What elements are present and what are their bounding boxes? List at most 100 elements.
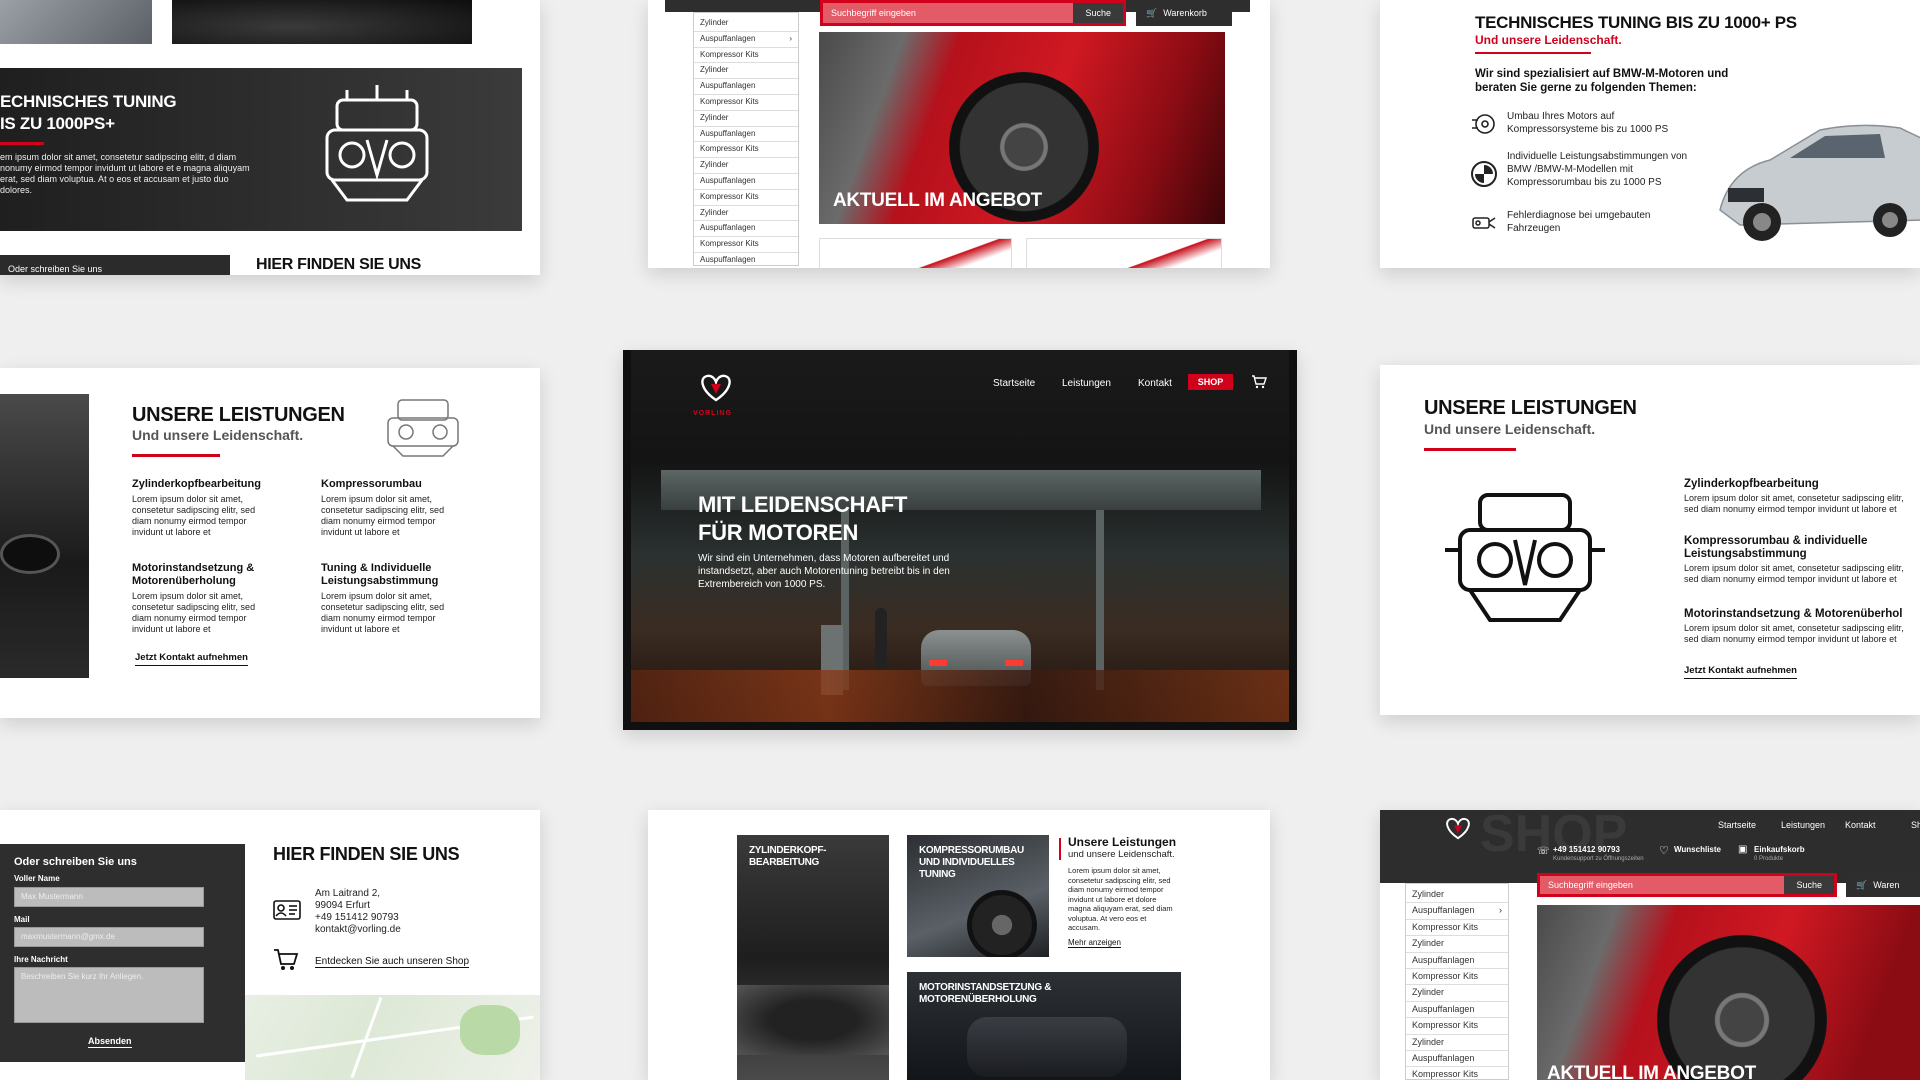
category-item[interactable]: Kompressor Kits [694,237,798,253]
tuning-subtitle: Und unsere Leidenschaft. [1475,33,1622,47]
category-item[interactable]: Kompressor Kits [1406,969,1508,986]
cart-button[interactable]: 🛒 Warenkorb [1136,0,1232,26]
category-item[interactable]: Auspuffanlagen [694,174,798,190]
search-input[interactable]: Suchbegriff eingeben [1540,876,1785,894]
search-button[interactable]: Suche [1784,876,1834,894]
category-item[interactable]: Auspuffanlagen [1406,1051,1508,1068]
cart-button[interactable]: 🛒 Waren [1846,873,1920,897]
product-card[interactable] [819,238,1012,268]
search-bar: Suchbegriff eingeben Suche [1537,873,1837,897]
category-item[interactable]: Auspuffanlagen [694,253,798,268]
card-services-left: UNSERE LEISTUNGEN Und unsere Leidenschaf… [0,368,540,718]
name-label: Voller Name [14,874,60,883]
basket-count: 0 Produkte [1754,856,1784,862]
nav-leistungen[interactable]: Leistungen [1781,820,1825,830]
tuning-item-2: Individuelle Leistungsabstimmungen von B… [1507,151,1688,188]
card-shop-bottom: SHOP Startseite Leistungen Kontakt Sh ☏ … [1380,810,1920,1080]
category-item[interactable]: Zylinder [1406,985,1508,1002]
tuning-title: TECHNISCHES TUNING BIS ZU 1000+ PS [1475,13,1797,32]
nav-startseite[interactable]: Startseite [1718,820,1756,830]
nav-shop[interactable]: Sh [1911,820,1920,830]
cart-icon: 🛒 [1856,879,1868,890]
basket-link[interactable]: Einkaufskorb [1754,845,1805,854]
service-text-2: Lorem ipsum dolor sit amet, consetetur s… [321,494,445,537]
category-item[interactable]: Auspuffanlagen › [694,32,798,48]
category-item[interactable]: Kompressor Kits [694,95,798,111]
category-item[interactable]: Zylinder [694,16,798,32]
category-item[interactable]: Kompressor Kits [694,48,798,64]
category-item[interactable]: Kompressor Kits [694,142,798,159]
name-field[interactable]: Max Mustermann [14,887,204,907]
email-address[interactable]: kontakt@vorling.de [315,924,401,935]
nav-kontakt[interactable]: Kontakt [1845,820,1876,830]
category-item[interactable]: Auspuffanlagen [694,79,798,95]
category-item[interactable]: Kompressor Kits [1406,1018,1508,1035]
mail-field[interactable]: maxmustermann@gmx.de [14,927,204,947]
side-text: Lorem ipsum dolor sit amet, consetetur s… [1068,866,1173,932]
find-us-title: HIER FINDEN SIE UNS [256,256,421,273]
category-item[interactable]: Auspuffanlagen [1406,953,1508,970]
hero-title-1: MIT LEIDENSCHAFT [698,492,908,517]
category-item[interactable]: Kompressor Kits [694,190,798,206]
bmw-car-image [1710,100,1920,250]
person-figure [875,608,887,668]
category-item[interactable]: Auspuffanlagen [1406,1002,1508,1019]
nav-kontakt[interactable]: Kontakt [1138,378,1172,389]
category-item[interactable]: Zylinder [1406,936,1508,953]
services-title: UNSERE LEISTUNGEN [1424,397,1637,419]
heart-icon[interactable]: ♡ [1659,844,1669,857]
category-item[interactable]: Auspuffanlagen [694,221,798,238]
category-item[interactable]: Kompressor Kits [1406,920,1508,937]
service-title-1: Zylinderkopfbearbeitung [132,478,261,490]
submit-button[interactable]: Absenden [88,1036,132,1048]
category-item[interactable]: Zylinder [1406,1035,1508,1052]
tile-zylinderkopf[interactable]: ZYLINDERKOPF-BEARBEITUNG [737,835,889,1080]
card-tuning-dark: ECHNISCHES TUNING IS ZU 1000PS+ em ipsum… [0,0,540,275]
offer-banner[interactable]: AKTUELL IM ANGEBOT [1537,905,1920,1080]
category-item[interactable]: Zylinder [694,111,798,127]
shop-button[interactable]: SHOP [1188,374,1233,390]
address-line-2: 99094 Erfurt [315,900,371,911]
service-text-3: Lorem ipsum dolor sit amet, consetetur s… [1684,623,1904,644]
category-item[interactable]: Zylinder [694,206,798,222]
tuning-banner: ECHNISCHES TUNING IS ZU 1000PS+ em ipsum… [0,68,522,231]
card-services-right: UNSERE LEISTUNGEN Und unsere Leidenschaf… [1380,365,1920,715]
nav-startseite[interactable]: Startseite [993,378,1035,389]
service-title-4: Tuning & Individuelle Leistungsabstimmun… [321,562,439,587]
tile-motorinstandsetzung[interactable]: MOTORINSTANDSETZUNG & MOTORENÜBERHOLUNG [907,972,1181,1080]
tile-kompressor[interactable]: KOMPRESSORUMBAU UND INDIVIDUELLES TUNING [907,835,1049,957]
mockup-collage: ECHNISCHES TUNING IS ZU 1000PS+ em ipsum… [0,0,1920,1080]
more-link[interactable]: Mehr anzeigen [1068,938,1121,948]
phone-icon: ☏ [1537,846,1550,857]
search-button[interactable]: Suche [1073,3,1123,23]
nav-leistungen[interactable]: Leistungen [1062,378,1111,389]
cart-icon: 🛒 [1146,7,1158,18]
contact-cta-link[interactable]: Jetzt Kontakt aufnehmen [135,652,248,666]
diagnosis-icon [1472,217,1496,229]
category-item[interactable]: Zylinder [694,63,798,80]
shop-link[interactable]: Entdecken Sie auch unseren Shop [315,956,469,968]
engine-sketch-icon [387,399,459,457]
form-title: Oder schreiben Sie uns [14,856,137,868]
wishlist-link[interactable]: Wunschliste [1674,845,1721,854]
category-item[interactable]: Auspuffanlagen [694,127,798,143]
category-item[interactable]: Kompressor Kits [1406,1067,1508,1080]
map[interactable] [245,995,540,1080]
offer-banner[interactable]: AKTUELL IM ANGEBOT [819,32,1225,224]
contact-cta-link[interactable]: Jetzt Kontakt aufnehmen [1684,665,1797,679]
category-item[interactable]: Auspuffanlagen › [1406,903,1508,920]
category-item[interactable]: Zylinder [694,158,798,174]
vorling-logo-icon [701,374,731,402]
service-text-1: Lorem ipsum dolor sit amet, consetetur s… [132,494,256,537]
cart-icon[interactable] [1251,375,1267,389]
product-card[interactable] [1026,238,1222,268]
message-field[interactable]: Beschreiben Sie kurz Ihr Anliegen. [14,967,204,1023]
hero-text: Wir sind ein Unternehmen, dass Motoren a… [698,553,950,590]
banner-text: em ipsum dolor sit amet, consetetur sadi… [0,152,250,195]
vorling-logo-icon [1446,817,1470,840]
service-title-2: Kompressorumbau [321,478,422,490]
tuning-item-3: Fehlerdiagnose bei umgebauten Fahrzeugen [1507,210,1651,234]
phone-number[interactable]: +49 151412 90793 [315,912,399,923]
category-item[interactable]: Zylinder [1406,887,1508,904]
search-input[interactable]: Suchbegriff eingeben [823,3,1074,23]
